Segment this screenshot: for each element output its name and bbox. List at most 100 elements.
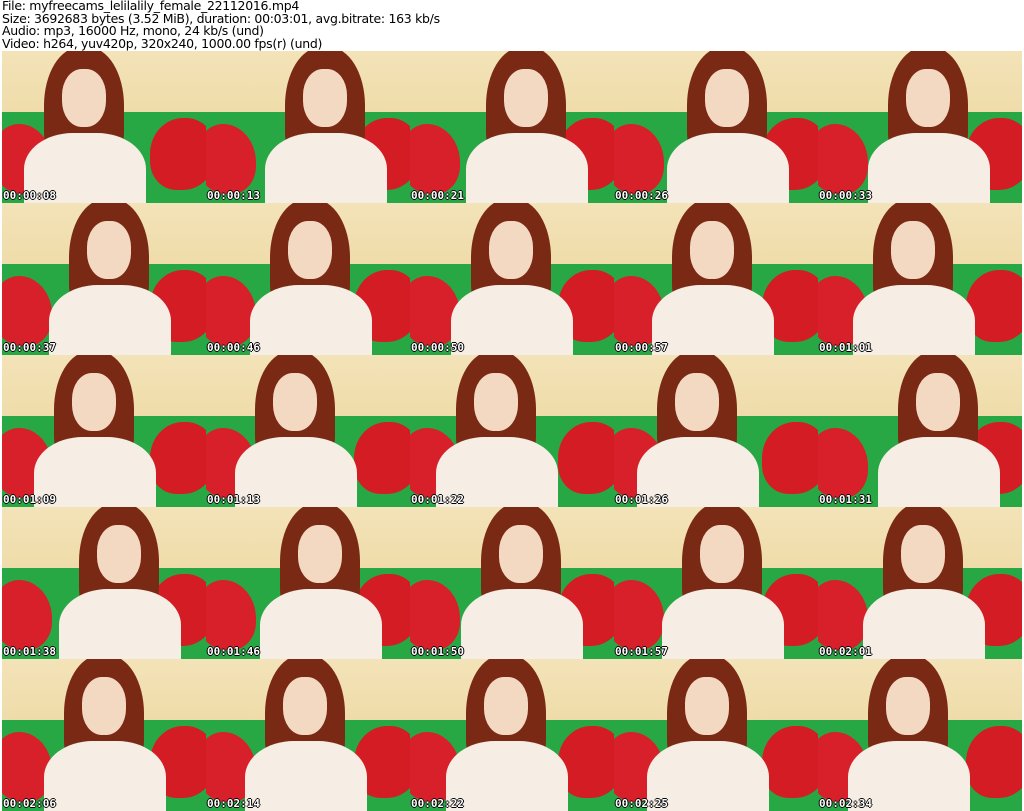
video-thumbnail: 00:01:22 [410,355,614,507]
thumbnail-timestamp: 00:01:46 [207,645,260,658]
video-info: Video: h264, yuv420p, 320x240, 1000.00 f… [2,35,323,51]
figure-face [474,373,518,431]
figure-face [288,221,332,279]
thumbnail-timestamp: 00:00:26 [615,189,668,202]
video-thumbnail: 00:00:21 [410,51,614,203]
figure-body [451,285,573,355]
video-thumbnail: 00:01:31 [818,355,1022,507]
thumbnail-timestamp: 00:01:31 [819,493,872,506]
thumbnail-timestamp: 00:00:57 [615,341,668,354]
video-thumbnail: 00:00:13 [206,51,410,203]
figure-body [652,285,774,355]
thumbnail-timestamp: 00:00:33 [819,189,872,202]
video-thumbnail: 00:01:26 [614,355,818,507]
video-thumbnail: 00:00:37 [2,203,206,355]
figure-face [283,677,327,735]
figure-body [49,285,171,355]
red-cushion [354,421,410,494]
thumbnail-timestamp: 00:01:57 [615,645,668,658]
video-thumbnail: 00:02:06 [2,659,206,811]
video-thumbnail: 00:00:33 [818,51,1022,203]
figure-face [901,525,945,583]
figure-face [705,69,749,127]
thumbnail-timestamp: 00:02:25 [615,797,668,810]
figure-body [260,589,382,659]
video-thumbnail: 00:01:50 [410,507,614,659]
red-cushion [966,725,1022,798]
figure-body [868,133,990,203]
video-thumbnail: 00:02:14 [206,659,410,811]
red-cushion [150,117,206,190]
video-thumbnail: 00:00:57 [614,203,818,355]
video-thumbnail: 00:00:50 [410,203,614,355]
figure-face [690,221,734,279]
thumbnail-timestamp: 00:01:50 [411,645,464,658]
video-thumbnail: 00:00:08 [2,51,206,203]
thumbnail-timestamp: 00:01:09 [3,493,56,506]
figure-face [916,373,960,431]
figure-face [97,525,141,583]
figure-body [265,133,387,203]
figure-face [891,221,935,279]
figure-face [700,525,744,583]
figure-face [82,677,126,735]
video-thumbnail: 00:01:38 [2,507,206,659]
thumbnail-timestamp: 00:00:50 [411,341,464,354]
video-thumbnail: 00:01:46 [206,507,410,659]
thumbnail-timestamp: 00:02:14 [207,797,260,810]
video-thumbnail: 00:02:01 [818,507,1022,659]
figure-face [72,373,116,431]
figure-face [87,221,131,279]
thumbnail-timestamp: 00:00:08 [3,189,56,202]
thumbnail-timestamp: 00:01:13 [207,493,260,506]
file-info-header: File: myfreecams_lelilalily_female_22112… [2,0,440,50]
video-thumbnail: 00:01:09 [2,355,206,507]
thumbnail-timestamp: 00:01:01 [819,341,872,354]
figure-body [878,437,1000,507]
figure-body [662,589,784,659]
figure-face [303,69,347,127]
thumbnail-timestamp: 00:00:21 [411,189,464,202]
thumbnail-timestamp: 00:02:22 [411,797,464,810]
thumbnail-timestamp: 00:01:38 [3,645,56,658]
thumbnail-timestamp: 00:02:01 [819,645,872,658]
figure-body [245,741,367,811]
figure-body [863,589,985,659]
figure-body [59,589,181,659]
video-thumbnail: 00:02:34 [818,659,1022,811]
red-cushion [558,421,614,494]
video-thumbnail: 00:01:13 [206,355,410,507]
red-cushion [762,725,818,798]
thumbnail-timestamp: 00:02:06 [3,797,56,810]
figure-face [484,677,528,735]
figure-face [906,69,950,127]
thumbnail-timestamp: 00:01:22 [411,493,464,506]
figure-body [250,285,372,355]
video-thumbnail: 00:02:22 [410,659,614,811]
red-cushion [762,421,818,494]
figure-face [675,373,719,431]
video-thumbnail: 00:01:57 [614,507,818,659]
figure-face [886,677,930,735]
figure-body [44,741,166,811]
red-cushion [150,421,206,494]
figure-face [504,69,548,127]
figure-face [685,677,729,735]
video-thumbnail: 00:02:25 [614,659,818,811]
thumbnail-timestamp: 00:00:13 [207,189,260,202]
figure-face [499,525,543,583]
figure-body [461,589,583,659]
video-thumbnail: 00:01:01 [818,203,1022,355]
thumbnail-timestamp: 00:01:26 [615,493,668,506]
thumbnail-timestamp: 00:00:46 [207,341,260,354]
video-thumbnail: 00:00:26 [614,51,818,203]
thumbnail-timestamp: 00:00:37 [3,341,56,354]
thumbnail-timestamp: 00:02:34 [819,797,872,810]
figure-face [273,373,317,431]
video-thumbnail: 00:00:46 [206,203,410,355]
figure-face [489,221,533,279]
thumbnail-grid: 00:00:08 00:00:13 00:00:21 00:00:26 00:00:33… [2,51,1022,811]
figure-face [62,69,106,127]
figure-face [298,525,342,583]
figure-body [446,741,568,811]
